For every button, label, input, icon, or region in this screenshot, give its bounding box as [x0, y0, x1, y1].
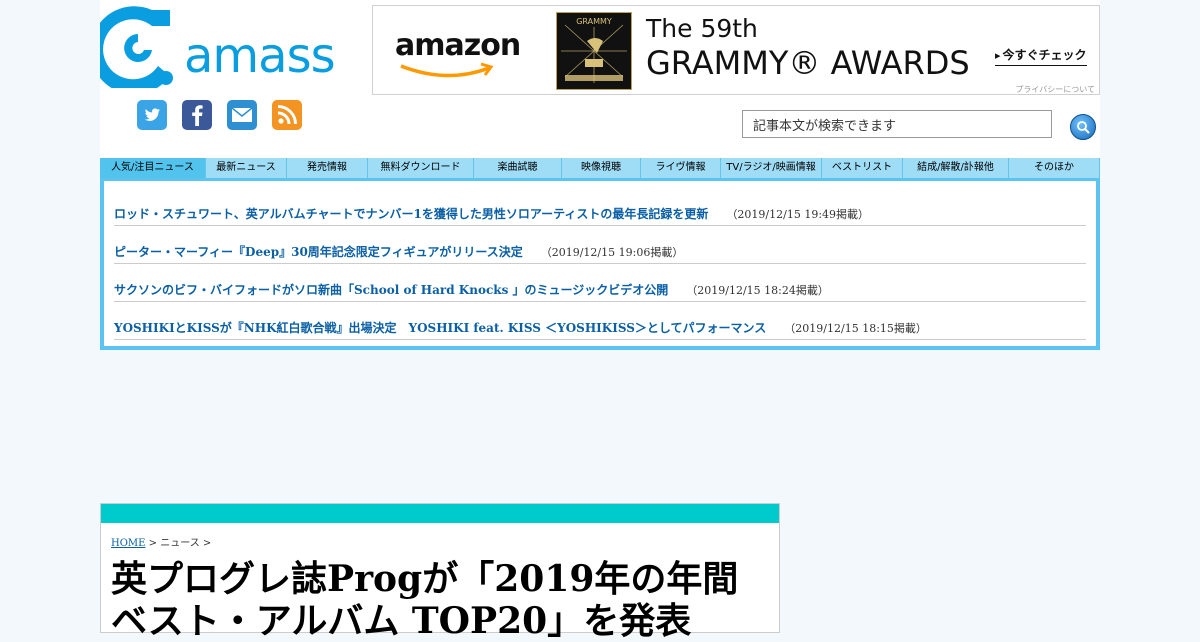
news-item-link[interactable]: ピーター・マーフィー『Deep』30周年記念限定フィギュアがリリース決定 （201… — [114, 243, 683, 260]
list-item: YOSHIKIとKISSが『NHK紅白歌合戦』出場決定 YOSHIKI feat… — [114, 302, 1086, 340]
breadcrumb-home-link[interactable]: HOME — [111, 538, 145, 549]
page: amass amazon GRAMMY The 59th GRAMMY® AWA… — [90, 0, 1100, 642]
search-button[interactable] — [1070, 114, 1096, 140]
news-item-date: （2019/12/15 18:24掲載） — [686, 284, 829, 297]
header: amass amazon GRAMMY The 59th GRAMMY® AWA… — [90, 0, 1100, 158]
tab-free-downloads[interactable]: 無料ダウンロード — [368, 158, 474, 178]
tab-releases[interactable]: 発売情報 — [287, 158, 368, 178]
ad-banner[interactable]: amazon GRAMMY The 59th GRAMMY® AWARDS ▸ … — [372, 5, 1100, 95]
banner-cta-link[interactable]: ▸ 今すぐチェック — [995, 46, 1087, 66]
play-arrow-icon: ▸ — [995, 49, 1001, 62]
news-item-link[interactable]: ロッド・スチュワート、英アルバムチャートでナンバー1を獲得した男性ソロアーティス… — [114, 205, 869, 222]
site-logo[interactable]: amass — [90, 4, 336, 95]
grammy-album-art: GRAMMY — [556, 12, 632, 90]
tab-best-list[interactable]: ベストリスト — [822, 158, 903, 178]
privacy-link[interactable]: プライバシーについて — [1015, 84, 1095, 95]
banner-headline-1: The 59th — [646, 14, 758, 43]
tab-popular-news[interactable]: 人気/注目ニュース — [100, 158, 206, 178]
article-header-bar — [101, 504, 779, 523]
tab-tv-radio-film[interactable]: TV/ラジオ/映画情報 — [721, 158, 822, 178]
search-icon — [1077, 121, 1090, 134]
news-item-date: （2019/12/15 19:49掲載） — [726, 208, 870, 221]
search-input[interactable]: 記事本文が検索できます — [742, 110, 1052, 138]
mail-icon[interactable] — [227, 100, 257, 130]
list-item: ピーター・マーフィー『Deep』30周年記念限定フィギュアがリリース決定 （201… — [114, 226, 1086, 264]
news-list: ロッド・スチュワート、英アルバムチャートでナンバー1を獲得した男性ソロアーティス… — [100, 178, 1100, 350]
news-item-date: （2019/12/15 19:06掲載） — [540, 246, 684, 259]
tab-song-preview[interactable]: 楽曲試聴 — [474, 158, 562, 178]
category-nav: 人気/注目ニュース 最新ニュース 発売情報 無料ダウンロード 楽曲試聴 映像視聴… — [100, 158, 1100, 179]
list-item: サクソンのビフ・バイフォードがソロ新曲「School of Hard Knock… — [114, 264, 1086, 302]
facebook-icon[interactable] — [182, 100, 212, 130]
news-item-date: （2019/12/15 18:15掲載） — [784, 322, 927, 335]
tab-obituaries[interactable]: 結成/解散/訃報他 — [903, 158, 1009, 178]
article: HOME > ニュース > 英プログレ誌Progが「2019年の年間ベスト・アル… — [100, 503, 780, 642]
banner-headline-2: GRAMMY® AWARDS — [646, 44, 970, 82]
twitter-icon[interactable] — [137, 100, 167, 130]
gramophone-icon — [561, 24, 627, 83]
amazon-smile-icon — [400, 62, 494, 78]
amazon-logo: amazon — [395, 28, 521, 63]
logo-mark-icon — [90, 6, 173, 95]
rss-icon[interactable] — [272, 100, 302, 130]
tab-latest-news[interactable]: 最新ニュース — [206, 158, 287, 178]
article-title: 英プログレ誌Progが「2019年の年間ベスト・アルバム TOP20」を発表 — [111, 558, 739, 642]
tab-live-info[interactable]: ライヴ情報 — [641, 158, 721, 178]
news-item-link[interactable]: サクソンのビフ・バイフォードがソロ新曲「School of Hard Knock… — [114, 281, 829, 298]
tab-other[interactable]: そのほか — [1009, 158, 1100, 178]
news-item-link[interactable]: YOSHIKIとKISSが『NHK紅白歌合戦』出場決定 YOSHIKI feat… — [114, 319, 927, 336]
breadcrumb-rest: > ニュース > — [145, 538, 212, 549]
tab-video[interactable]: 映像視聴 — [562, 158, 641, 178]
logo-text: amass — [184, 28, 336, 84]
list-item: ロッド・スチュワート、英アルバムチャートでナンバー1を獲得した男性ソロアーティス… — [114, 188, 1086, 226]
breadcrumb: HOME > ニュース > — [111, 534, 211, 549]
